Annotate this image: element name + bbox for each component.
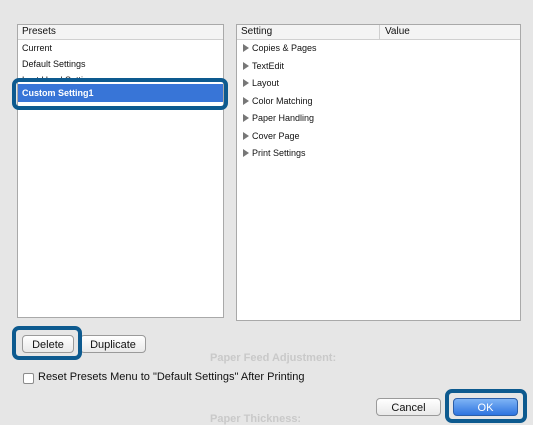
preset-item-current[interactable]: Current bbox=[18, 40, 223, 56]
setting-row-layout[interactable]: Layout bbox=[237, 75, 520, 93]
setting-label: Color Matching bbox=[252, 95, 313, 106]
duplicate-button[interactable]: Duplicate bbox=[80, 335, 146, 353]
value-column-header[interactable]: Value bbox=[379, 25, 410, 39]
setting-label: Copies & Pages bbox=[252, 43, 317, 53]
setting-row-paper-handling[interactable]: Paper Handling bbox=[237, 110, 520, 128]
setting-label: Paper Handling bbox=[252, 113, 315, 123]
disclosure-triangle-icon[interactable] bbox=[243, 44, 249, 52]
cancel-button[interactable]: Cancel bbox=[376, 398, 441, 416]
preset-item-last-used-settings[interactable]: Last Used Settings bbox=[18, 72, 223, 80]
disclosure-triangle-icon[interactable] bbox=[243, 79, 249, 87]
ghost-paper-feed: Paper Feed Adjustment: bbox=[210, 352, 337, 364]
ok-button[interactable]: OK bbox=[453, 398, 518, 416]
disclosure-triangle-icon[interactable] bbox=[243, 96, 249, 105]
setting-label: Layout bbox=[252, 78, 280, 88]
disclosure-triangle-icon[interactable] bbox=[243, 61, 249, 70]
disclosure-triangle-icon[interactable] bbox=[243, 114, 249, 122]
setting-row-color-matching[interactable]: Color Matching bbox=[237, 93, 520, 111]
setting-row-print-settings[interactable]: Print Settings bbox=[237, 145, 520, 163]
presets-header: Presets bbox=[18, 25, 223, 40]
disclosure-triangle-icon[interactable] bbox=[243, 149, 249, 157]
setting-label: Print Settings bbox=[252, 148, 306, 158]
setting-label: Cover Page bbox=[252, 130, 300, 141]
preset-item-custom-setting1[interactable]: Custom Setting1 bbox=[18, 84, 223, 102]
setting-row-copies-pages[interactable]: Copies & Pages bbox=[237, 40, 520, 58]
reset-presets-label[interactable]: Reset Presets Menu to "Default Settings"… bbox=[38, 371, 304, 383]
ghost-paper-thickness: Paper Thickness: bbox=[210, 413, 302, 425]
preset-item-default-settings[interactable]: Default Settings bbox=[18, 56, 223, 72]
reset-presets-checkbox[interactable] bbox=[23, 373, 34, 384]
setting-label: TextEdit bbox=[252, 60, 285, 71]
setting-column-header[interactable]: Setting bbox=[241, 26, 272, 37]
setting-row-cover-page[interactable]: Cover Page bbox=[237, 128, 520, 146]
presets-list: Presets Current Default Settings Last Us… bbox=[17, 24, 224, 318]
settings-table: Setting Value Copies & Pages TextEdit La… bbox=[236, 24, 521, 321]
setting-row-textedit[interactable]: TextEdit bbox=[237, 58, 520, 76]
delete-button[interactable]: Delete bbox=[22, 335, 74, 353]
disclosure-triangle-icon[interactable] bbox=[243, 131, 249, 140]
settings-table-header: Setting Value bbox=[237, 25, 520, 40]
